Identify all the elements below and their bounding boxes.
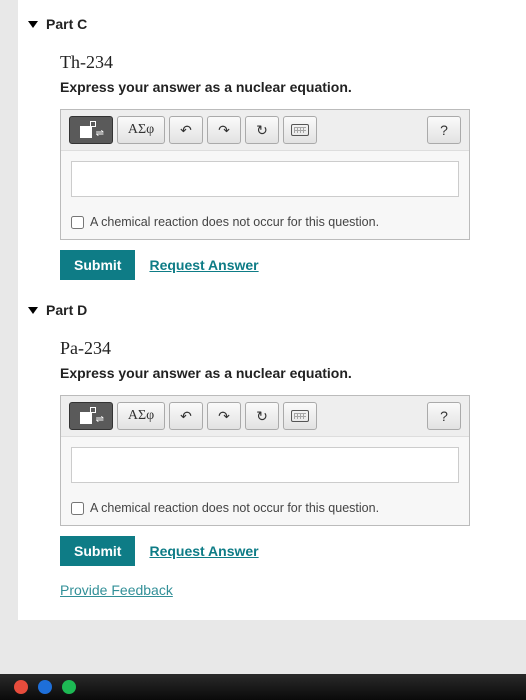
redo-button[interactable]: ↷ [207, 402, 241, 430]
template-icon: ⇌ [80, 122, 102, 138]
provide-feedback-link[interactable]: Provide Feedback [18, 568, 173, 598]
answer-input[interactable] [71, 161, 459, 197]
caret-down-icon [28, 21, 38, 28]
reset-icon: ↻ [256, 408, 268, 425]
equation-toolbar: ⇌ ΑΣφ ↶ ↷ ↻ ? [61, 110, 469, 151]
part-d-header[interactable]: Part D [18, 296, 526, 324]
help-button[interactable]: ? [427, 402, 461, 430]
instruction-text: Express your answer as a nuclear equatio… [60, 79, 506, 95]
part-c-body: Th-234 Express your answer as a nuclear … [18, 38, 526, 296]
answer-box: ⇌ ΑΣφ ↶ ↷ ↻ ? [60, 109, 470, 240]
caret-down-icon [28, 307, 38, 314]
request-answer-link[interactable]: Request Answer [149, 257, 258, 273]
taskbar [0, 674, 526, 700]
undo-icon: ↶ [180, 408, 192, 425]
submit-button[interactable]: Submit [60, 250, 135, 280]
keyboard-button[interactable] [283, 116, 317, 144]
equation-toolbar: ⇌ ΑΣφ ↶ ↷ ↻ ? [61, 396, 469, 437]
action-row: Submit Request Answer [60, 250, 506, 280]
taskbar-icon[interactable] [38, 680, 52, 694]
template-button[interactable]: ⇌ [69, 116, 113, 144]
no-reaction-row[interactable]: A chemical reaction does not occur for t… [61, 493, 469, 525]
no-reaction-checkbox[interactable] [71, 502, 84, 515]
no-reaction-label: A chemical reaction does not occur for t… [90, 215, 379, 229]
reset-icon: ↻ [256, 122, 268, 139]
redo-icon: ↷ [218, 122, 230, 139]
greek-symbols-button[interactable]: ΑΣφ [117, 402, 165, 430]
keyboard-icon [291, 124, 309, 136]
taskbar-icon[interactable] [14, 680, 28, 694]
template-icon: ⇌ [80, 408, 102, 424]
part-title: Part D [46, 302, 87, 318]
undo-button[interactable]: ↶ [169, 116, 203, 144]
answer-input[interactable] [71, 447, 459, 483]
help-button[interactable]: ? [427, 116, 461, 144]
submit-button[interactable]: Submit [60, 536, 135, 566]
part-title: Part C [46, 16, 87, 32]
undo-button[interactable]: ↶ [169, 402, 203, 430]
no-reaction-label: A chemical reaction does not occur for t… [90, 501, 379, 515]
greek-symbols-button[interactable]: ΑΣφ [117, 116, 165, 144]
isotope-label: Pa-234 [60, 338, 506, 359]
part-d-body: Pa-234 Express your answer as a nuclear … [18, 324, 526, 582]
question-content: Part C Th-234 Express your answer as a n… [18, 0, 526, 620]
answer-box: ⇌ ΑΣφ ↶ ↷ ↻ ? [60, 395, 470, 526]
reset-button[interactable]: ↻ [245, 116, 279, 144]
reset-button[interactable]: ↻ [245, 402, 279, 430]
undo-icon: ↶ [180, 122, 192, 139]
request-answer-link[interactable]: Request Answer [149, 543, 258, 559]
keyboard-icon [291, 410, 309, 422]
template-button[interactable]: ⇌ [69, 402, 113, 430]
no-reaction-row[interactable]: A chemical reaction does not occur for t… [61, 207, 469, 239]
instruction-text: Express your answer as a nuclear equatio… [60, 365, 506, 381]
isotope-label: Th-234 [60, 52, 506, 73]
taskbar-icon[interactable] [62, 680, 76, 694]
action-row: Submit Request Answer [60, 536, 506, 566]
redo-icon: ↷ [218, 408, 230, 425]
part-c-header[interactable]: Part C [18, 10, 526, 38]
keyboard-button[interactable] [283, 402, 317, 430]
redo-button[interactable]: ↷ [207, 116, 241, 144]
no-reaction-checkbox[interactable] [71, 216, 84, 229]
